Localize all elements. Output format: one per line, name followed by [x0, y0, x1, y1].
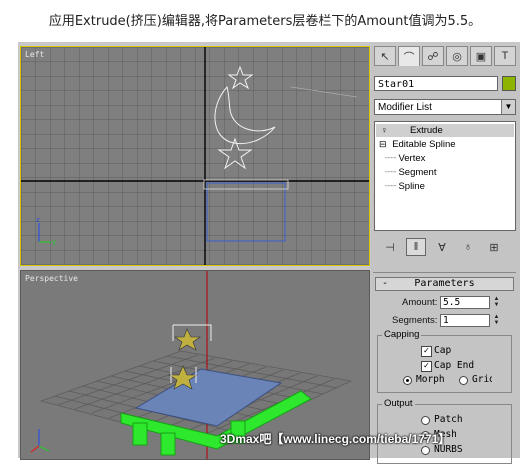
modify-tab-icon[interactable]: ⌒ — [398, 46, 420, 66]
remove-modifier-icon[interactable]: ♁ — [458, 238, 478, 256]
cap-start-checkbox[interactable]: ✓ — [421, 346, 432, 357]
segments-spinner-arrows-icon[interactable]: ▲ ▼ — [492, 314, 501, 327]
stack-item-vertex[interactable]: ┈┈ Vertex — [385, 152, 425, 165]
patch-label: Patch — [434, 414, 463, 425]
segments-spinner-field[interactable]: 1 — [440, 314, 490, 327]
modifier-list-dropdown[interactable]: Modifier List ▼ — [374, 99, 516, 115]
stack-item-editable-spline[interactable]: ⊟ Editable Spline — [379, 138, 456, 151]
cap-end-checkbox[interactable]: ✓ — [421, 361, 432, 372]
instruction-caption: 应用Extrude(挤压)编辑器,将Parameters层卷栏下的Amount值… — [48, 14, 482, 29]
stack-item-extrude[interactable]: ♀ Extrude — [376, 124, 514, 137]
nurbs-radio[interactable] — [421, 446, 430, 455]
morph-label: Morph — [416, 374, 444, 385]
svg-text:y: y — [52, 238, 56, 246]
configure-sets-icon[interactable]: ⊞ — [484, 238, 504, 256]
stack-toolbar: ⊣ ‖ ∀ ♁ ⊞ — [374, 236, 522, 258]
parameters-rollout-header[interactable]: - Parameters — [375, 277, 514, 291]
command-panel: ↖ ⌒ ☍ ◎ ▣ T Star01 Modifier List ▼ ♀ Ext… — [371, 46, 522, 464]
perspective-viewport-label[interactable]: Perspective — [25, 274, 78, 283]
max-window: z y Left Perspective ↖ ⌒ ☍ ◎ ▣ T Star01 … — [18, 42, 522, 464]
cap-end-label: Cap End — [434, 360, 474, 371]
motion-tab-icon[interactable]: ◎ — [446, 46, 468, 66]
collapse-minus-icon[interactable]: ⊟ — [379, 139, 387, 149]
amount-spinner-field[interactable]: 5.5 — [440, 296, 490, 309]
make-unique-icon[interactable]: ∀ — [432, 238, 452, 256]
utilities-tab-icon[interactable]: T — [494, 46, 516, 66]
grid-radio[interactable] — [459, 376, 468, 385]
hierarchy-tab-icon[interactable]: ☍ — [422, 46, 444, 66]
cap-start-label: Cap — [434, 345, 452, 356]
tree-line-icon: ┈┈ — [385, 181, 397, 192]
object-color-swatch[interactable] — [502, 76, 516, 91]
display-tab-icon[interactable]: ▣ — [470, 46, 492, 66]
left-viewport[interactable]: z y Left — [20, 46, 370, 266]
modifier-list-label: Modifier List — [378, 102, 432, 113]
axis-tripod-persp-icon — [30, 429, 50, 453]
stack-item-label: Segment — [398, 167, 437, 178]
morph-radio[interactable] — [403, 376, 412, 385]
patch-radio[interactable] — [421, 416, 430, 425]
stack-item-label: Spline — [398, 181, 425, 192]
capping-group-title: Capping — [382, 329, 422, 340]
lightbulb-icon[interactable]: ♀ — [381, 124, 388, 137]
create-tab-icon[interactable]: ↖ — [374, 46, 396, 66]
chevron-down-icon[interactable]: ▼ — [501, 100, 515, 114]
stack-item-spline[interactable]: ┈┈ Spline — [385, 180, 425, 193]
modifier-stack[interactable]: ♀ Extrude ⊟ Editable Spline ┈┈ Vertex ┈┈ S… — [374, 121, 516, 231]
perspective-star-upper — [172, 324, 212, 351]
tree-line-icon: ┈┈ — [385, 153, 397, 164]
command-panel-tabs: ↖ ⌒ ☍ ◎ ▣ T — [374, 46, 517, 68]
rollout-title: Parameters — [414, 278, 475, 289]
left-viewport-label[interactable]: Left — [25, 50, 44, 59]
left-viewport-grid: z y — [21, 47, 369, 265]
stack-item-label: Extrude — [410, 125, 443, 136]
object-name-field[interactable]: Star01 — [374, 76, 498, 91]
amount-spinner-arrows-icon[interactable]: ▲ ▼ — [492, 296, 501, 309]
site-watermark: 3Dmax吧【www.linecg.com/tieba/1771】 — [220, 432, 451, 446]
output-group-title: Output — [382, 398, 415, 409]
show-end-result-icon[interactable]: ‖ — [406, 238, 426, 256]
amount-label: Amount: — [402, 297, 438, 308]
pin-stack-icon[interactable]: ⊣ — [380, 238, 400, 256]
segments-label: Segments: — [392, 315, 438, 326]
svg-text:z: z — [36, 216, 40, 224]
grid-label: Grid — [472, 374, 492, 385]
tree-line-icon: ┈┈ — [385, 167, 397, 178]
stack-item-label: Vertex — [398, 153, 426, 164]
stack-item-label: Editable Spline — [392, 139, 456, 150]
stack-item-segment[interactable]: ┈┈ Segment — [385, 166, 436, 179]
